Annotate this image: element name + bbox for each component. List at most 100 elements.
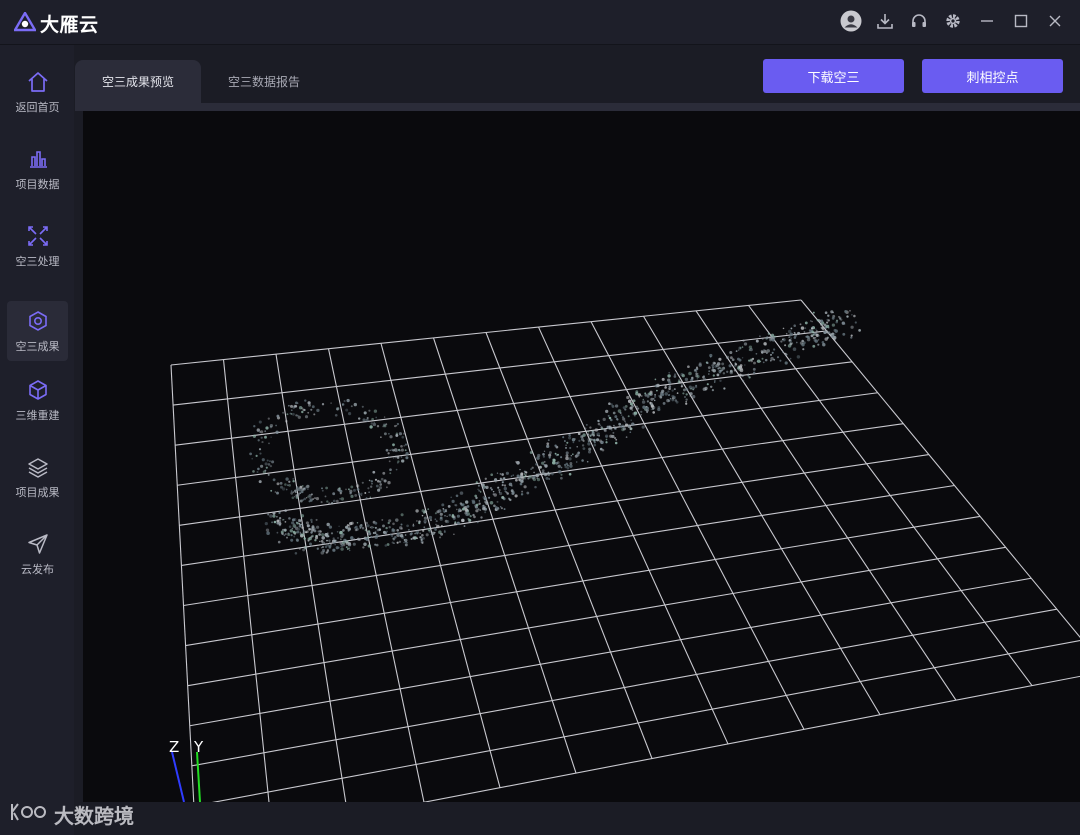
point-cloud-canvas[interactable]: Z Y (83, 111, 1080, 802)
cloud-point (591, 438, 594, 441)
cloud-point (310, 545, 313, 547)
headset-icon[interactable] (908, 9, 930, 33)
cloud-point (733, 368, 737, 372)
cloud-point (654, 394, 656, 396)
sidebar-item-home[interactable]: 返回首页 (7, 62, 68, 122)
cloud-point (614, 441, 618, 445)
cloud-point (444, 514, 446, 517)
cloud-point (739, 347, 742, 349)
cloud-point (259, 452, 262, 455)
3d-viewer[interactable]: Z Y (83, 111, 1080, 802)
cloud-point (328, 539, 331, 542)
cloud-point (359, 527, 362, 529)
cloud-point (479, 491, 482, 493)
sidebar-item-aerial-processing[interactable]: 空三处理 (7, 216, 68, 276)
cloud-point (302, 529, 305, 532)
cloud-point (656, 389, 658, 392)
cloud-point (451, 499, 455, 503)
cloud-point (400, 444, 403, 448)
cloud-point (290, 404, 293, 408)
cloud-point (560, 473, 563, 476)
cloud-point (389, 472, 392, 475)
cloud-point (805, 335, 808, 338)
cloud-point (813, 338, 817, 342)
gear-icon[interactable] (942, 9, 964, 33)
cloud-point (641, 425, 645, 429)
cloud-point (673, 388, 676, 391)
cloud-point (276, 482, 280, 486)
axis-gizmo: Z Y (169, 738, 204, 802)
cloud-point (440, 524, 443, 527)
cloud-point (304, 399, 307, 402)
cloud-point (534, 485, 537, 489)
cloud-point (353, 526, 357, 529)
cloud-point (646, 400, 650, 403)
cloud-point (400, 523, 403, 526)
maximize-icon[interactable] (1010, 9, 1032, 33)
cloud-point (375, 484, 379, 488)
cloud-point (286, 536, 288, 539)
cloud-point (278, 511, 281, 515)
cloud-point (374, 530, 377, 533)
download-icon[interactable] (874, 9, 896, 33)
cloud-point (307, 401, 311, 405)
cloud-point (767, 332, 770, 335)
cloud-point (671, 395, 674, 398)
cloud-point (831, 316, 835, 320)
cloud-point (614, 426, 617, 429)
cloud-point (839, 317, 841, 320)
sidebar-item-project-data[interactable]: 项目数据 (7, 139, 68, 199)
cloud-point (566, 454, 568, 457)
cloud-point (630, 419, 632, 421)
cloud-point (350, 494, 354, 498)
cloud-point (593, 441, 596, 444)
cloud-point (337, 407, 340, 409)
sidebar-item-label: 返回首页 (15, 100, 60, 114)
cloud-point (257, 439, 260, 442)
close-icon[interactable] (1044, 9, 1066, 33)
cloud-point (330, 402, 332, 404)
cloud-point (799, 323, 802, 326)
user-icon[interactable] (840, 9, 862, 33)
cloud-point (414, 532, 416, 535)
cloud-point (425, 533, 429, 537)
cloud-point (520, 472, 524, 476)
tab-preview[interactable]: 空三成果预览 (75, 60, 201, 103)
cloud-point (537, 472, 541, 476)
sidebar-item-project-results[interactable]: 项目成果 (7, 447, 68, 507)
tie-points-button[interactable]: 刺相控点 (922, 59, 1063, 93)
cloud-point (339, 492, 342, 495)
cloud-point (264, 521, 268, 526)
cloud-point (594, 428, 599, 432)
cloud-point (789, 357, 792, 360)
cloud-point (285, 488, 288, 491)
cloud-point (823, 330, 827, 334)
cloud-point (350, 521, 354, 525)
cloud-point (608, 416, 612, 420)
sidebar-item-cloud-publish[interactable]: 云发布 (7, 524, 68, 584)
cloud-point (388, 526, 391, 529)
download-aerial-button[interactable]: 下载空三 (763, 59, 904, 93)
cloud-point (568, 472, 572, 476)
cloud-point (780, 340, 783, 343)
cloud-point (737, 349, 740, 351)
cloud-point (543, 450, 546, 452)
cloud-point (276, 519, 280, 523)
cloud-point (820, 326, 823, 329)
minimize-icon[interactable] (976, 9, 998, 33)
cloud-point (625, 436, 628, 438)
cloud-point (407, 528, 410, 531)
cloud-point (748, 376, 751, 379)
cloud-point (383, 424, 387, 428)
cloud-point (326, 549, 330, 552)
cloud-point (288, 517, 291, 520)
cloud-point (495, 506, 498, 509)
cloud-point (395, 518, 399, 522)
cloud-point (267, 417, 270, 420)
cloud-point (392, 522, 395, 526)
tab-report[interactable]: 空三数据报告 (201, 60, 327, 103)
cloud-point (464, 511, 468, 515)
sidebar-item-aerial-results[interactable]: 空三成果 (7, 301, 68, 361)
cloud-point (593, 439, 596, 442)
sidebar-item-3d-reconstruction[interactable]: 三维重建 (7, 370, 68, 430)
